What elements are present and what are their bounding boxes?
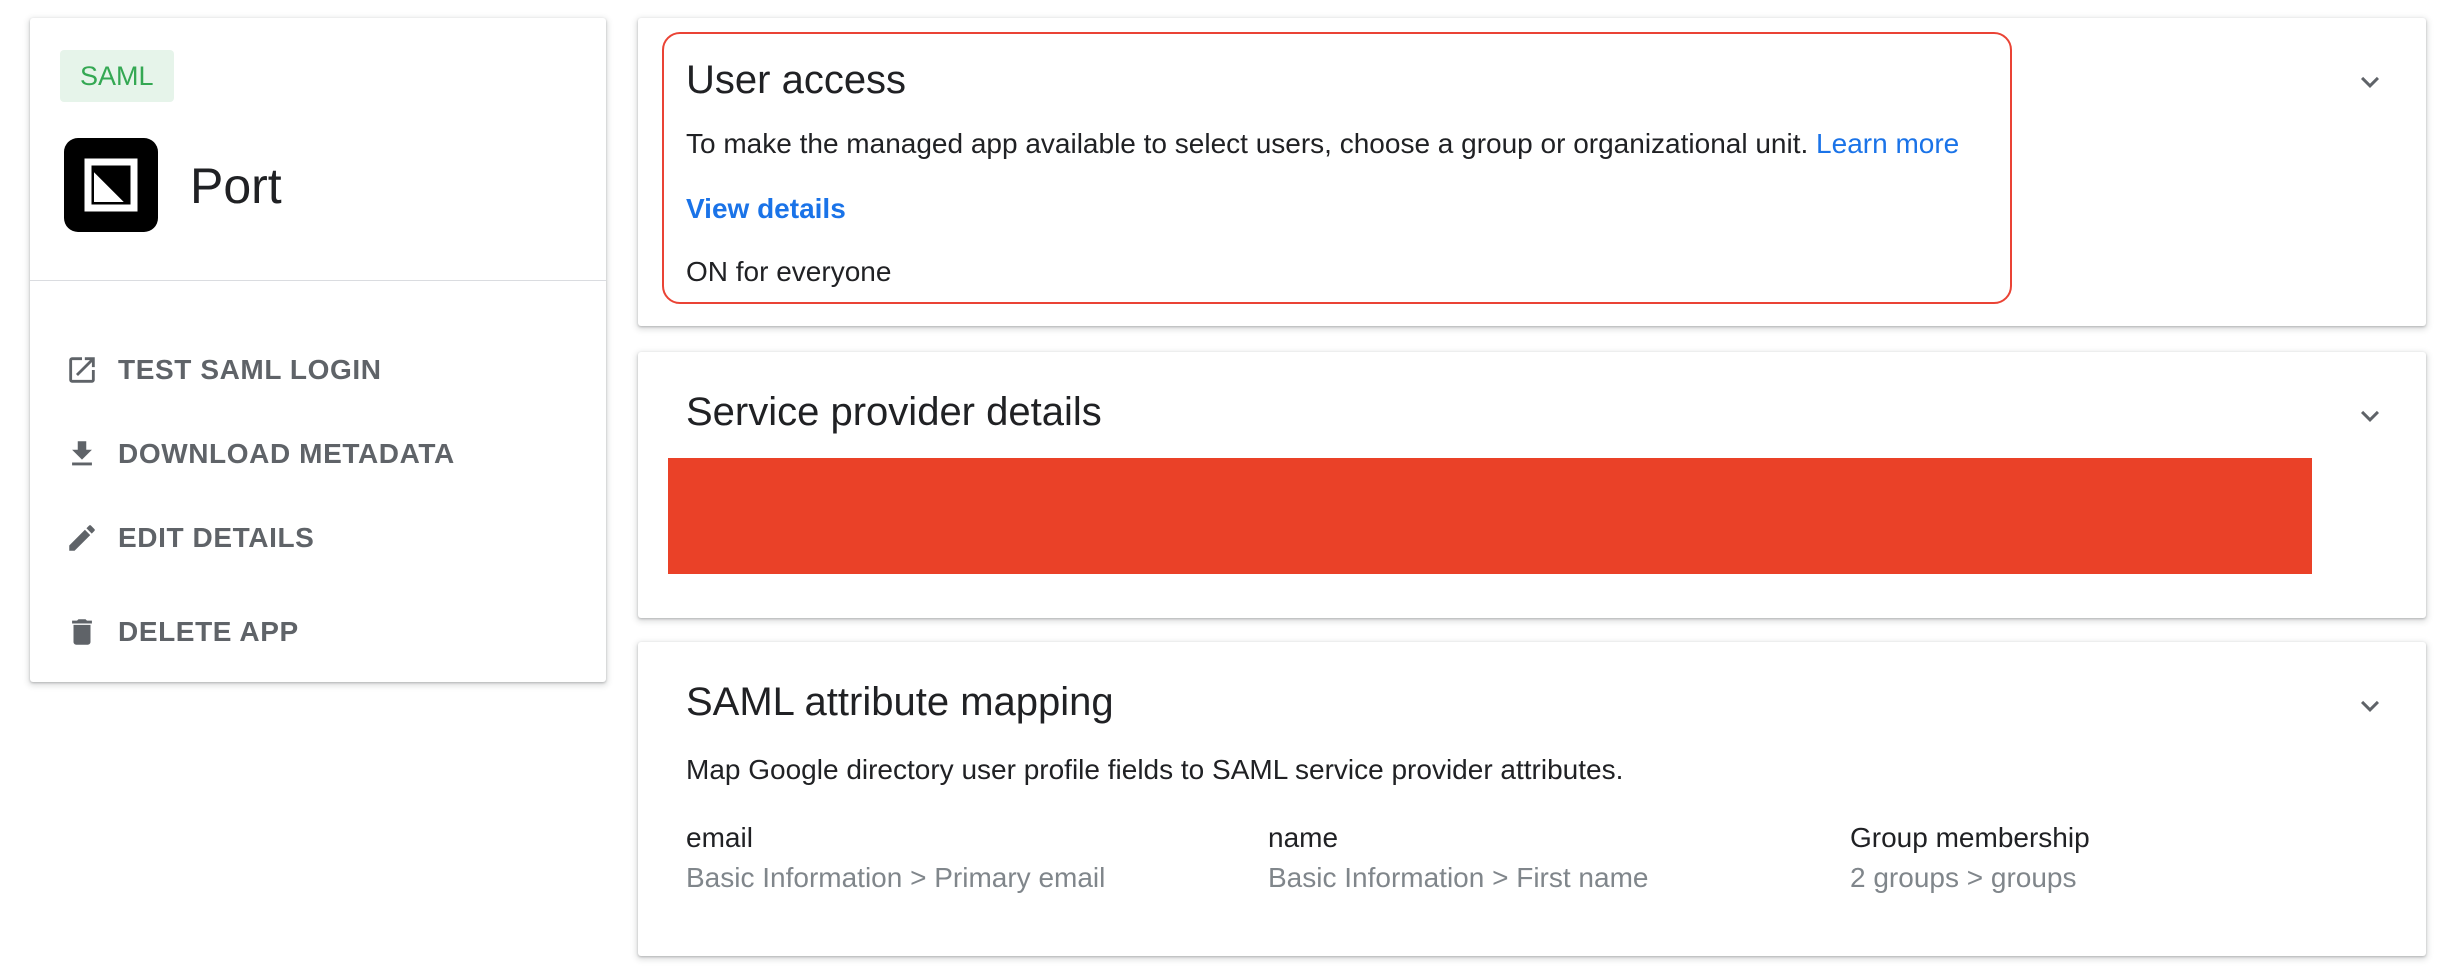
saml-attribute-mapping-card: SAML attribute mapping Map Google direct…: [638, 642, 2426, 956]
mapping-value: Basic Information > Primary email: [686, 862, 1106, 893]
view-details-link[interactable]: View details: [686, 193, 846, 225]
pencil-icon: [64, 520, 100, 556]
saml-mapping-description: Map Google directory user profile fields…: [686, 754, 1624, 785]
redacted-content: [668, 458, 2312, 574]
expand-user-access-button[interactable]: [2350, 62, 2390, 102]
delete-app-button[interactable]: DELETE APP: [64, 602, 299, 662]
service-provider-card: Service provider details: [638, 352, 2426, 618]
expand-service-provider-button[interactable]: [2350, 396, 2390, 436]
app-info-card: SAML Port TEST SAML LOGIN DOWNLOAD METAD…: [30, 18, 606, 682]
mapping-key: Group membership: [1850, 822, 2090, 853]
open-in-new-icon: [64, 352, 100, 388]
port-logo-icon: [64, 138, 158, 232]
user-access-description-text: To make the managed app available to sel…: [686, 128, 1809, 159]
saml-badge: SAML: [60, 50, 174, 102]
user-access-title: User access: [686, 58, 907, 102]
service-provider-title: Service provider details: [686, 390, 1102, 434]
mapping-key: email: [686, 822, 753, 853]
mapping-value: Basic Information > First name: [1268, 862, 1649, 893]
edit-details-label: EDIT DETAILS: [118, 522, 315, 553]
user-access-description: To make the managed app available to sel…: [686, 128, 1959, 160]
user-access-card: User access To make the managed app avai…: [638, 18, 2426, 326]
app-name: Port: [190, 158, 282, 214]
learn-more-link[interactable]: Learn more: [1816, 128, 1959, 159]
chevron-down-icon: [2361, 76, 2379, 88]
expand-saml-mapping-button[interactable]: [2350, 686, 2390, 726]
chevron-down-icon: [2361, 410, 2379, 422]
download-metadata-button[interactable]: DOWNLOAD METADATA: [64, 424, 455, 484]
edit-details-button[interactable]: EDIT DETAILS: [64, 508, 314, 568]
chevron-down-icon: [2361, 700, 2379, 712]
delete-app-label: DELETE APP: [118, 616, 299, 647]
divider: [30, 280, 606, 281]
test-saml-login-button[interactable]: TEST SAML LOGIN: [64, 340, 382, 400]
mapping-key: name: [1268, 822, 1339, 853]
mapping-item: Group membership 2 groups > groups: [1850, 818, 2090, 898]
mapping-item: name Basic Information > First name: [1268, 818, 1648, 898]
trash-icon: [64, 614, 100, 650]
mapping-item: email Basic Information > Primary email: [686, 818, 1105, 898]
test-saml-login-label: TEST SAML LOGIN: [118, 354, 382, 385]
saml-mapping-title: SAML attribute mapping: [686, 680, 1114, 724]
download-icon: [64, 436, 100, 472]
download-metadata-label: DOWNLOAD METADATA: [118, 438, 455, 469]
user-access-status: ON for everyone: [686, 256, 892, 287]
mapping-value: 2 groups > groups: [1850, 862, 2077, 893]
